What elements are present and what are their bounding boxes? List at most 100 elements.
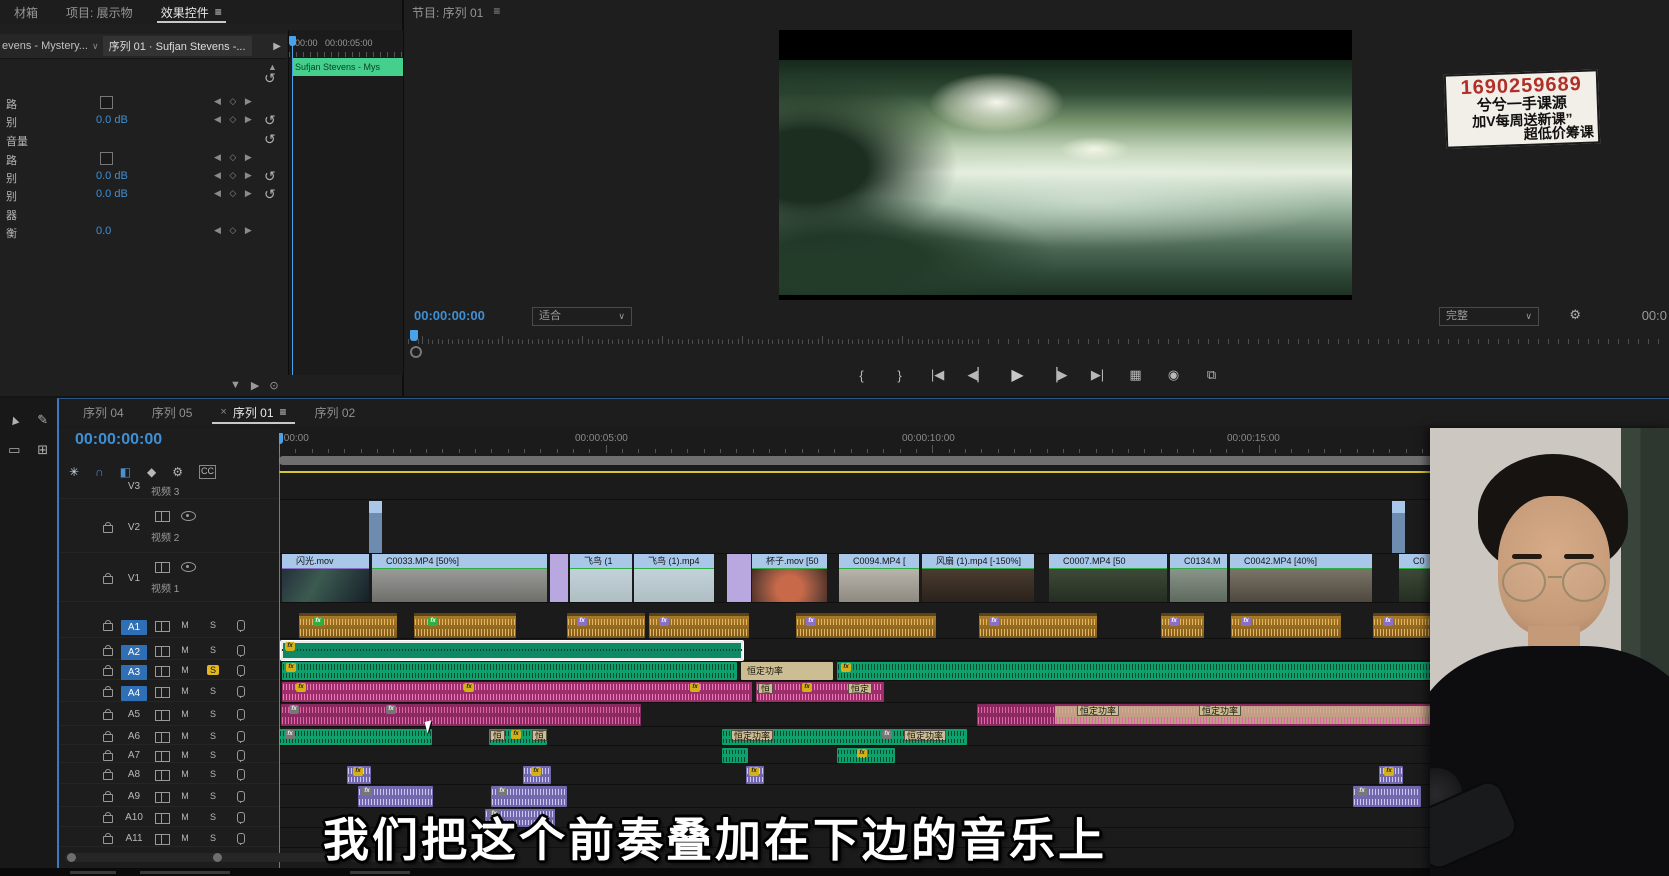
mark-in-button[interactable]: { [854, 368, 870, 383]
track-target-A7[interactable]: A7 [121, 750, 147, 761]
fx-badge[interactable]: fx [511, 730, 521, 739]
program-tab[interactable]: 节目: 序列 01 ≡ [412, 4, 500, 21]
settings-wrench-icon[interactable]: ⚙ [172, 465, 183, 479]
video-clip[interactable]: C0007.MP4 [50fx [1049, 554, 1167, 602]
mute-button[interactable]: M [179, 731, 191, 741]
play-around-icon[interactable]: ▶ [251, 379, 259, 392]
marker-icon[interactable]: ◆ [147, 465, 156, 479]
timeline-zoom-scrollbar[interactable] [279, 456, 1439, 465]
audio-clip[interactable]: fx [414, 613, 516, 638]
voiceover-mic-icon[interactable] [237, 645, 245, 656]
fx-badge[interactable]: fx [313, 617, 323, 626]
lock-icon[interactable] [103, 772, 113, 780]
sync-lock-icon[interactable] [155, 621, 170, 632]
select-tool[interactable]: ▲ [5, 410, 23, 429]
sync-lock-icon[interactable] [155, 710, 170, 721]
fx-badge[interactable]: fx [1357, 787, 1367, 796]
lock-icon[interactable] [103, 734, 113, 742]
lock-icon[interactable] [103, 689, 113, 697]
fx-badge[interactable]: fx [659, 617, 669, 626]
fx-badge[interactable]: fx [1384, 767, 1394, 776]
keyframe-nav-icons[interactable]: ◀ ◇ ▶ [214, 152, 255, 163]
timeline-timecode[interactable]: 00:00:00:00 [75, 431, 162, 449]
sync-lock-icon[interactable] [155, 792, 170, 803]
keyframe-nav-icons[interactable]: ◀ ◇ ▶ [214, 96, 255, 107]
sequence-label[interactable]: 序列 01 · Sufjan Stevens -... [103, 36, 252, 56]
zoom-fit-select[interactable]: 适合∨ [532, 307, 632, 326]
track-target-A8[interactable]: A8 [121, 769, 147, 780]
fx-badge[interactable]: fx [497, 787, 507, 796]
audio-clip[interactable]: fx [567, 613, 645, 638]
keyframe-nav-icons[interactable]: ◀ ◇ ▶ [214, 225, 255, 236]
video-clip[interactable] [369, 501, 382, 553]
audio-clip[interactable]: fx [796, 613, 936, 638]
parameter-value[interactable]: 0.0 [96, 225, 111, 237]
audio-clip[interactable]: fx [281, 641, 743, 660]
parameter-value[interactable]: 0.0 dB [96, 114, 128, 126]
audio-clip[interactable]: fx [279, 729, 432, 745]
video-clip[interactable]: 飞鸟 (1fx [570, 554, 632, 602]
audio-clip[interactable]: fxfx [281, 704, 641, 726]
step-forward-button[interactable]: ▕▶ [1048, 367, 1068, 383]
voiceover-mic-icon[interactable] [237, 665, 245, 676]
audio-clip[interactable]: fxfxfx [282, 682, 752, 702]
playhead[interactable] [410, 330, 418, 341]
step-back-button[interactable]: ◀▏ [968, 367, 988, 383]
track-id-V3[interactable]: V3 [121, 481, 147, 492]
lock-icon[interactable] [103, 525, 113, 533]
track-target-A4[interactable]: A4 [121, 686, 147, 701]
fx-badge[interactable]: fx [802, 683, 812, 692]
fx-badge[interactable]: fx [428, 617, 438, 626]
mute-button[interactable]: M [179, 686, 191, 696]
fx-badge[interactable]: fx [386, 705, 396, 714]
source-monitor-icon[interactable] [155, 562, 170, 573]
sync-lock-icon[interactable] [155, 666, 170, 677]
audio-clip[interactable]: 恒定功率恒定功率 [977, 704, 1432, 726]
reset-parameter-icon[interactable]: ↺ [264, 112, 276, 129]
mark-out-button[interactable]: } [892, 368, 908, 383]
source-monitor-icon[interactable] [155, 511, 170, 522]
audio-clip[interactable]: fx [347, 766, 371, 784]
keyframe-nav-icons[interactable]: ◀ ◇ ▶ [214, 114, 255, 125]
audio-clip[interactable]: fx [837, 748, 895, 763]
eye-toggle-icon[interactable] [181, 511, 196, 521]
tab-序列 05[interactable]: 序列 05 [138, 399, 207, 425]
mute-button[interactable]: M [179, 750, 191, 760]
go-to-out-button[interactable]: ▶| [1090, 367, 1106, 383]
fx-badge[interactable]: fx [285, 642, 295, 651]
tab-序列 01[interactable]: ×序列 01≡ [206, 399, 300, 425]
reset-parameter-icon[interactable]: ↺ [264, 131, 276, 148]
voiceover-mic-icon[interactable] [237, 769, 245, 780]
playhead[interactable] [292, 36, 293, 375]
audio-clip[interactable]: 恒定功率 [741, 662, 833, 680]
fx-badge[interactable]: fx [362, 787, 372, 796]
nest-icon[interactable]: ✳ [69, 465, 79, 479]
voiceover-mic-icon[interactable] [237, 791, 245, 802]
track-target-A6[interactable]: A6 [121, 731, 147, 742]
track-target-A5[interactable]: A5 [121, 709, 147, 720]
fx-badge[interactable]: fx [1169, 617, 1179, 626]
video-clip-transition[interactable] [727, 554, 751, 602]
audio-clip[interactable]: 恒定功率恒定功率fx [722, 729, 967, 745]
pen-tool[interactable]: ✎ [37, 412, 48, 428]
scrollbar-handle[interactable] [410, 346, 422, 358]
audio-clip[interactable]: fxfx [837, 662, 1525, 680]
fx-badge[interactable]: fx [806, 617, 816, 626]
mute-button[interactable]: M [179, 665, 191, 675]
lock-icon[interactable] [103, 712, 113, 720]
go-to-in-button[interactable]: |◀ [930, 367, 946, 383]
track-id-V1[interactable]: V1 [121, 573, 147, 584]
linked-selection-icon[interactable]: ◧ [120, 465, 131, 479]
comparison-view-button[interactable]: ⧉ [1204, 367, 1220, 383]
close-tab-icon[interactable]: × [220, 406, 226, 418]
solo-button[interactable]: S [207, 731, 219, 741]
panel-menu-icon[interactable]: ≡ [280, 405, 287, 419]
chevron-down-icon[interactable]: ∨ [92, 41, 99, 52]
solo-button[interactable]: S [207, 709, 219, 719]
mute-button[interactable]: M [179, 791, 191, 801]
lock-icon[interactable] [103, 576, 113, 584]
lock-icon[interactable] [103, 668, 113, 676]
lift-button[interactable]: ▦ [1128, 367, 1144, 383]
program-mini-ruler[interactable] [408, 332, 1665, 344]
fx-badge[interactable]: fx [531, 767, 541, 776]
